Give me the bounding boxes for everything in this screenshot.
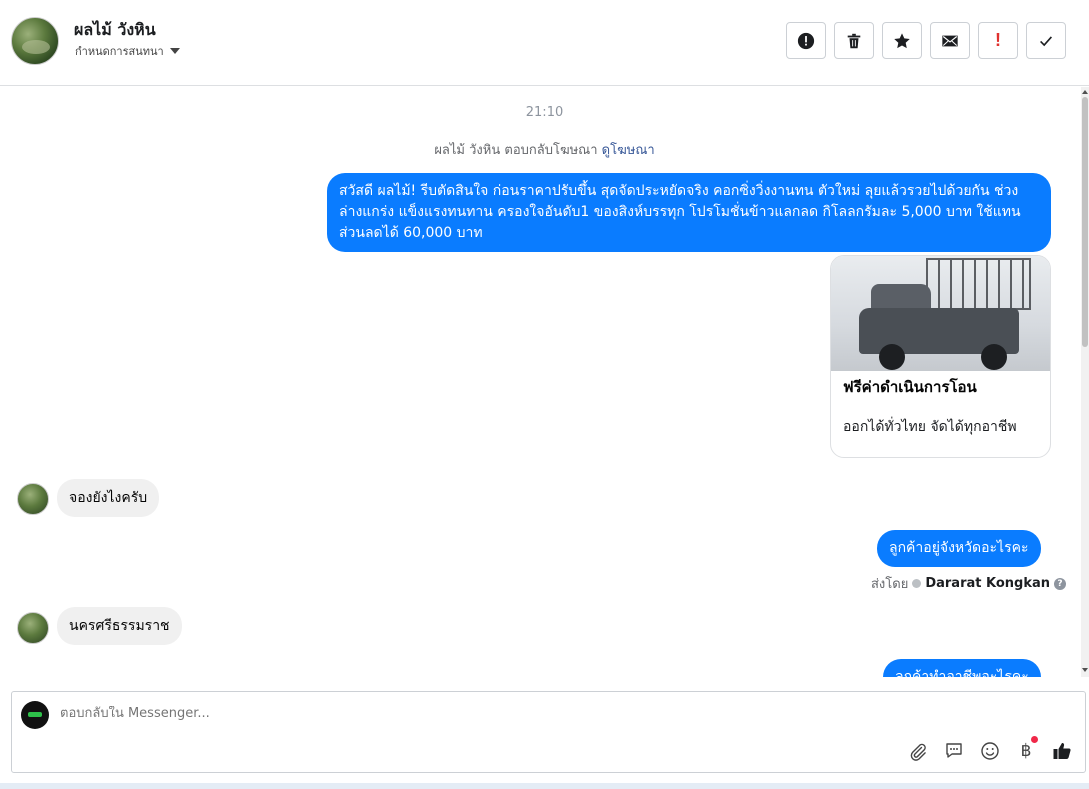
reply-composer: ฿	[11, 691, 1086, 773]
ad-reply-text: ผลไม้ วังหิน ตอบกลับโฆษณา	[434, 143, 598, 158]
message-timestamp: 21:10	[525, 105, 564, 120]
outgoing-message[interactable]: สวัสดี ผลไม้! รีบตัดสินใจ ก่อนราคาปรับขึ…	[327, 173, 1051, 252]
scroll-up-arrow-icon[interactable]	[1082, 90, 1088, 94]
contact-avatar[interactable]	[11, 17, 59, 65]
mark-unread-button[interactable]	[930, 22, 970, 59]
ad-reply-notice: ผลไม้ วังหิน ตอบกลับโฆษณา ดูโฆษณา	[0, 139, 1080, 160]
sent-by-label: ส่งโดย	[871, 577, 909, 592]
view-ad-link[interactable]: ดูโฆษณา	[602, 143, 655, 158]
outgoing-message[interactable]: ลูกค้าทำอาชีพอะไรคะ	[883, 659, 1041, 677]
page-avatar	[21, 701, 49, 729]
incoming-message[interactable]: นครศรีธรรมราช	[57, 607, 182, 645]
conversation-settings-dropdown[interactable]: กำหนดการสนทนา	[75, 42, 180, 60]
like-button[interactable]	[1050, 740, 1074, 762]
reply-input[interactable]	[60, 706, 960, 721]
contact-avatar-small	[17, 483, 49, 515]
help-icon[interactable]: ?	[1054, 577, 1067, 590]
sender-name: Dararat Kongkan	[925, 576, 1051, 591]
contact-avatar-small	[17, 612, 49, 644]
star-button[interactable]	[882, 22, 922, 59]
composer-tools: ฿	[906, 736, 1074, 762]
header-actions: !	[786, 22, 1066, 59]
sent-by-info: ส่งโดย Dararat Kongkan ?	[871, 573, 1067, 594]
ad-card-subtitle: ออกได้ทั่วไทย จัดได้ทุกอาชีพ	[843, 419, 1017, 435]
conversation-settings-label: กำหนดการสนทนา	[75, 45, 164, 58]
sent-check-icon	[912, 579, 922, 588]
paperclip-icon	[910, 743, 926, 761]
delete-button[interactable]	[834, 22, 874, 59]
page-bottom-strip	[0, 783, 1089, 789]
caret-down-icon	[169, 48, 180, 54]
ad-card[interactable]: ฟรีค่าดำเนินการโอน ออกได้ทั่วไทย จัดได้ท…	[830, 255, 1051, 458]
envelope-icon	[942, 35, 958, 46]
incoming-message[interactable]: จองยังไงครับ	[57, 479, 160, 517]
ad-truck-image	[831, 256, 1050, 371]
attach-button[interactable]	[906, 740, 930, 762]
chat-bubble-icon	[946, 743, 962, 758]
scrollbar-thumb[interactable]	[1082, 97, 1088, 347]
scroll-down-arrow-icon[interactable]	[1082, 668, 1088, 672]
thread-scrollbar[interactable]	[1081, 87, 1089, 677]
follow-up-button[interactable]: !	[978, 22, 1018, 59]
check-icon	[1040, 35, 1053, 46]
trash-icon	[847, 33, 861, 48]
message-thread[interactable]: 21:10 ผลไม้ วังหิน ตอบกลับโฆษณา ดูโฆษณา …	[0, 87, 1080, 677]
star-icon	[894, 32, 910, 48]
baht-icon: ฿	[1020, 741, 1032, 760]
thumbs-up-icon	[1053, 743, 1071, 759]
saved-replies-button[interactable]	[942, 740, 966, 762]
emoji-button[interactable]	[978, 740, 1002, 762]
contact-name[interactable]: ผลไม้ วังหิน	[74, 18, 156, 43]
spam-button[interactable]	[786, 22, 826, 59]
alert-circle-icon	[797, 32, 815, 49]
ad-card-title: ฟรีค่าดำเนินการโอน	[843, 378, 977, 396]
payment-button[interactable]: ฿	[1014, 736, 1038, 762]
emoji-icon	[981, 742, 999, 760]
conversation-header: ผลไม้ วังหิน กำหนดการสนทนา !	[0, 0, 1089, 86]
mark-done-button[interactable]	[1026, 22, 1066, 59]
exclamation-icon: !	[995, 30, 1001, 50]
notification-dot	[1031, 736, 1038, 743]
outgoing-message[interactable]: ลูกค้าอยู่จังหวัดอะไรคะ	[877, 530, 1041, 567]
